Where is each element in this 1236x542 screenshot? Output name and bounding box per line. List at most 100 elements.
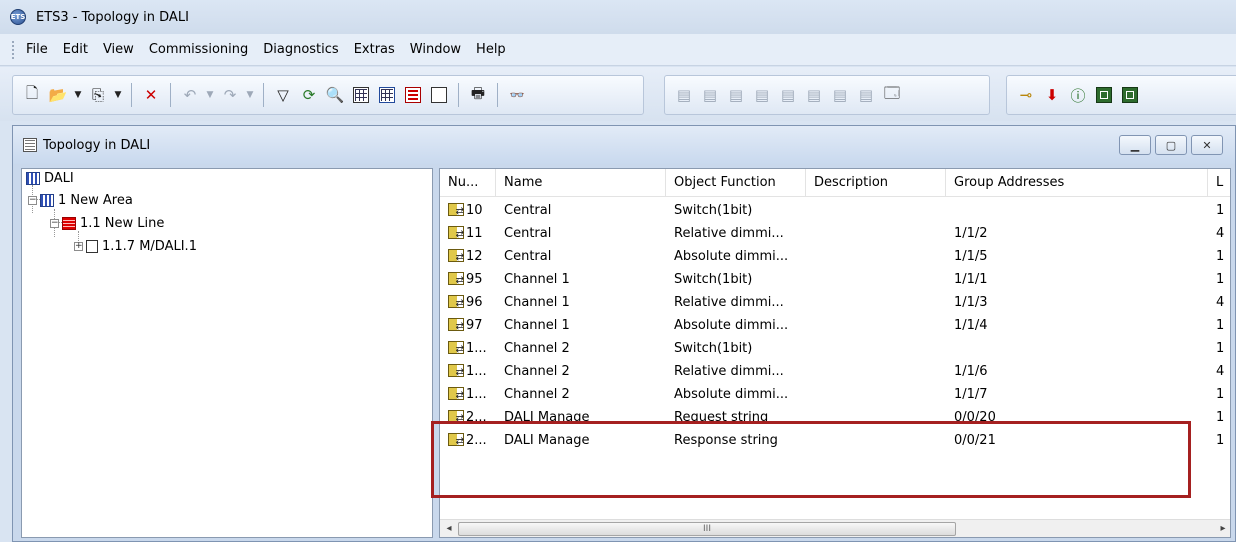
tree-item-device[interactable]: + 1.1.7 M/DALI.1 <box>74 237 197 255</box>
cell-name: Channel 2 <box>504 364 570 379</box>
mark-6-icon[interactable]: ▤ <box>803 84 825 106</box>
cell-number: 1... <box>448 360 496 383</box>
table-row[interactable]: 96 Channel 1 Relative dimmi... 1/1/3 4 <box>440 291 1230 314</box>
scroll-left-icon[interactable]: ◂ <box>442 522 456 536</box>
minimize-button[interactable]: ▁ <box>1119 135 1151 155</box>
table-icon[interactable] <box>376 84 398 106</box>
menu-diagnostics[interactable]: Diagnostics <box>263 42 338 57</box>
menu-file[interactable]: File <box>26 42 48 57</box>
properties-icon[interactable]: 🗔 <box>881 84 903 106</box>
menu-window[interactable]: Window <box>410 42 461 57</box>
column-header-number[interactable]: Nu... <box>440 169 496 197</box>
topology-window-titlebar[interactable]: Topology in DALI ▁ ▢ ✕ <box>13 126 1235 164</box>
tree-item-root[interactable]: DALI <box>26 169 74 187</box>
redo-icon[interactable]: ↷ <box>219 84 241 106</box>
new-icon[interactable]: 🗋 <box>21 84 43 106</box>
cell-length: 1 <box>1216 410 1225 425</box>
topology-tree: DALI − 1 New Area − 1.1 New Line + 1.1.7… <box>21 168 433 538</box>
delete-icon[interactable]: ✕ <box>140 84 162 106</box>
info-icon[interactable]: ⓘ <box>1067 84 1089 106</box>
expand-icon[interactable]: + <box>74 241 83 251</box>
communication-object-icon <box>448 200 464 222</box>
maximize-button[interactable]: ▢ <box>1155 135 1187 155</box>
tree-item-area[interactable]: − 1 New Area <box>28 191 133 209</box>
communication-object-icon <box>448 292 464 314</box>
zoom-icon[interactable]: 🔍 <box>324 84 346 106</box>
red-grid-icon[interactable] <box>402 84 424 106</box>
menu-grip[interactable] <box>12 40 16 59</box>
cell-group-address: 1/1/3 <box>954 295 988 310</box>
collapse-icon[interactable]: − <box>28 195 37 205</box>
table-row[interactable]: 1... Channel 2 Switch(1bit) 1 <box>440 337 1230 360</box>
open-dropdown-icon[interactable]: ▼ <box>73 84 83 106</box>
mark-7-icon[interactable]: ▤ <box>829 84 851 106</box>
graph-icon[interactable] <box>1119 84 1141 106</box>
tree-label-root: DALI <box>44 170 74 186</box>
scroll-thumb[interactable]: III <box>458 522 956 536</box>
toolbar-separator <box>170 83 171 107</box>
table-row[interactable]: 95 Channel 1 Switch(1bit) 1/1/1 1 <box>440 268 1230 291</box>
cell-number-text: 97 <box>466 318 483 333</box>
copy-dropdown-icon[interactable]: ▼ <box>113 84 123 106</box>
refresh-icon[interactable]: ⟳ <box>298 84 320 106</box>
undo-dropdown-icon[interactable]: ▼ <box>205 84 215 106</box>
column-header-length[interactable]: L <box>1208 169 1230 197</box>
table-row[interactable]: 11 Central Relative dimmi... 1/1/2 4 <box>440 222 1230 245</box>
cell-object-function: Switch(1bit) <box>674 203 753 218</box>
open-icon[interactable]: 📂 <box>47 84 69 106</box>
find-icon[interactable]: 👓 <box>506 84 528 106</box>
copy-icon[interactable]: ⎘ <box>87 84 109 106</box>
column-header-name[interactable]: Name <box>496 169 666 197</box>
menu-extras[interactable]: Extras <box>354 42 395 57</box>
cell-number-text: 1... <box>466 387 487 402</box>
undo-icon[interactable]: ↶ <box>179 84 201 106</box>
monitor-icon[interactable] <box>1093 84 1115 106</box>
cell-number-text: 11 <box>466 226 483 241</box>
mark-1-icon[interactable]: ▤ <box>673 84 695 106</box>
cell-description <box>814 360 946 383</box>
cell-group-address: 1/1/6 <box>954 364 988 379</box>
table-row[interactable]: 1... Channel 2 Relative dimmi... 1/1/6 4 <box>440 360 1230 383</box>
tree-item-line[interactable]: − 1.1 New Line <box>50 214 164 232</box>
print-icon[interactable]: 🖶 <box>467 84 489 106</box>
download-icon[interactable]: ⬇ <box>1041 84 1063 106</box>
cell-object-function: Absolute dimmi... <box>674 387 789 402</box>
column-header-description[interactable]: Description <box>806 169 946 197</box>
close-button[interactable]: ✕ <box>1191 135 1223 155</box>
cell-length: 4 <box>1216 295 1225 310</box>
redo-dropdown-icon[interactable]: ▼ <box>245 84 255 106</box>
tree-label-device: 1.1.7 M/DALI.1 <box>102 238 197 254</box>
cell-description <box>814 291 946 314</box>
window-frame-icon[interactable] <box>428 84 450 106</box>
menu-commissioning[interactable]: Commissioning <box>149 42 248 57</box>
filter-icon[interactable]: ▽ <box>272 84 294 106</box>
column-header-group-addresses[interactable]: Group Addresses <box>946 169 1208 197</box>
connect-icon[interactable]: ⊸ <box>1015 84 1037 106</box>
table-row[interactable]: 97 Channel 1 Absolute dimmi... 1/1/4 1 <box>440 314 1230 337</box>
mark-3-icon[interactable]: ▤ <box>725 84 747 106</box>
mark-8-icon[interactable]: ▤ <box>855 84 877 106</box>
horizontal-scrollbar[interactable]: ◂ III ▸ <box>440 519 1230 537</box>
cell-description <box>814 337 946 360</box>
menu-help[interactable]: Help <box>476 42 506 57</box>
table-row[interactable]: 12 Central Absolute dimmi... 1/1/5 1 <box>440 245 1230 268</box>
table-row[interactable]: 10 Central Switch(1bit) 1 <box>440 199 1230 222</box>
cell-object-function: Relative dimmi... <box>674 364 784 379</box>
menu-view[interactable]: View <box>103 42 134 57</box>
toolbar-separator <box>497 83 498 107</box>
cell-description <box>814 222 946 245</box>
mark-5-icon[interactable]: ▤ <box>777 84 799 106</box>
column-header-object-function[interactable]: Object Function <box>666 169 806 197</box>
window-icon[interactable] <box>350 84 372 106</box>
cell-length: 1 <box>1216 272 1225 287</box>
table-row[interactable]: 1... Channel 2 Absolute dimmi... 1/1/7 1 <box>440 383 1230 406</box>
mark-2-icon[interactable]: ▤ <box>699 84 721 106</box>
menu-edit[interactable]: Edit <box>63 42 88 57</box>
scroll-right-icon[interactable]: ▸ <box>1216 522 1230 536</box>
cell-description <box>814 245 946 268</box>
mark-4-icon[interactable]: ▤ <box>751 84 773 106</box>
cell-object-function: Relative dimmi... <box>674 295 784 310</box>
cell-description <box>814 199 946 222</box>
cell-group-address: 1/1/5 <box>954 249 988 264</box>
collapse-icon[interactable]: − <box>50 218 59 228</box>
